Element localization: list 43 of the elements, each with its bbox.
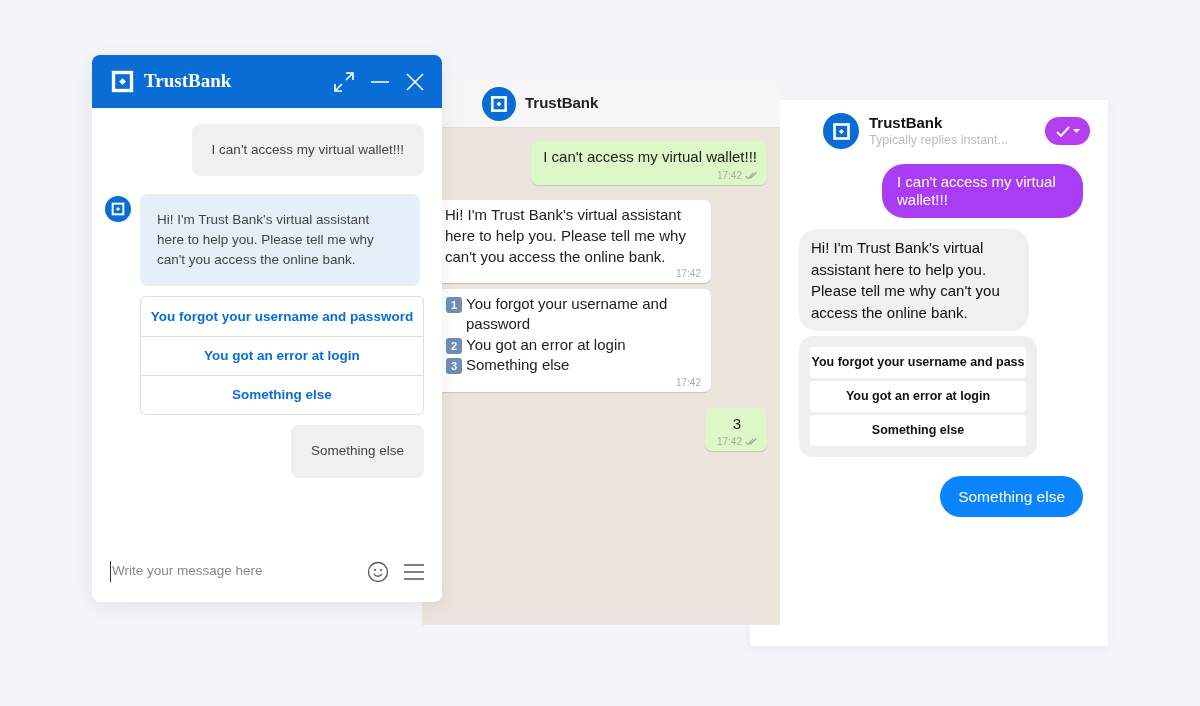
- bank-logo-icon: [830, 120, 852, 142]
- message-time: 17:42: [675, 375, 701, 390]
- status-text: Typically replies instant...: [869, 132, 1008, 148]
- message-time: 17:42: [716, 168, 742, 183]
- contact-name: TrustBank: [869, 114, 944, 132]
- smiley-icon[interactable]: [367, 560, 389, 583]
- bank-logo-icon: [489, 93, 509, 114]
- bank-logo-icon: [109, 68, 136, 95]
- bot-message: Hi! I'm Trust Bank's virtual assistant here to help you. Please tell me why can't you access the online bank.: [140, 194, 420, 287]
- option-button[interactable]: You forgot your username and password: [141, 297, 423, 337]
- close-icon[interactable]: [405, 71, 425, 92]
- check-dropdown-button[interactable]: [1045, 117, 1090, 145]
- user-message: I can't access my virtual wallet!!!: [191, 124, 424, 177]
- message-text: 3: [732, 413, 742, 434]
- user-message: Something else: [290, 425, 424, 478]
- number-key: 2: [446, 337, 462, 354]
- option-button[interactable]: You forgot your username and pass: [810, 347, 1026, 378]
- message-time: 17:42: [675, 266, 701, 281]
- window-title: TrustBank: [144, 69, 232, 94]
- check-icon: [1055, 125, 1070, 137]
- option-text: You got an error at login: [466, 334, 626, 355]
- number-key: 1: [446, 296, 462, 313]
- message-text: Hi! I'm Trust Bank's virtual assistant here to help you. Please tell me why can't you access the online bank.: [445, 204, 687, 267]
- option-text: You forgot your username and password: [466, 293, 669, 334]
- option-button[interactable]: Something else: [141, 375, 423, 415]
- expand-icon[interactable]: [333, 70, 355, 93]
- double-check-icon: [745, 438, 757, 445]
- menu-icon[interactable]: [404, 562, 424, 581]
- caret-icon: [1072, 129, 1080, 133]
- option-button[interactable]: You got an error at login: [810, 381, 1026, 412]
- double-check-icon: [745, 171, 757, 179]
- number-key: 3: [446, 358, 462, 374]
- bank-logo-icon: [110, 201, 126, 218]
- user-message: I can't access my virtual wallet!!!: [882, 164, 1083, 218]
- contact-name: TrustBank: [525, 93, 599, 114]
- option-button[interactable]: Something else: [810, 415, 1026, 446]
- reply-message: Something else: [940, 476, 1083, 518]
- bot-message: Hi! I'm Trust Bank's virtual assistant here to help you. Please tell me why can't you access the online bank.: [799, 229, 1029, 331]
- option-button[interactable]: You got an error at login: [141, 336, 423, 376]
- option-text: Something else: [466, 355, 570, 375]
- message-text: I can't access my virtual wallet!!!: [543, 147, 757, 167]
- message-time: 17:42: [716, 435, 742, 449]
- message-input[interactable]: Write your message here: [110, 561, 359, 582]
